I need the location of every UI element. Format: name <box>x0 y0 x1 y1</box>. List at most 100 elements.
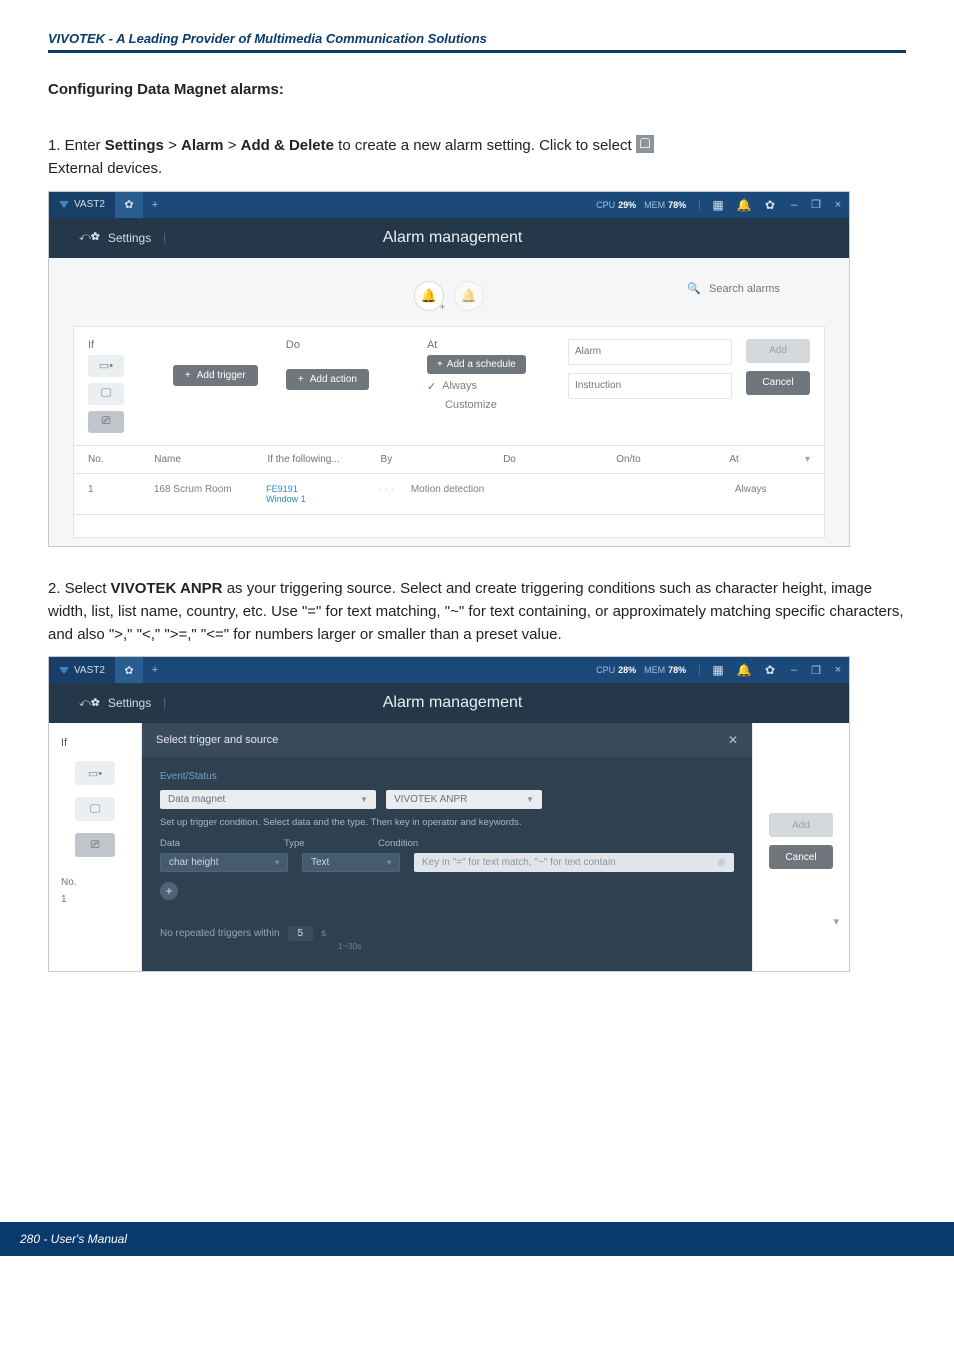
instruction-input[interactable] <box>568 373 732 399</box>
tab-add[interactable]: + <box>143 192 167 218</box>
plus-icon-2: + <box>152 664 158 676</box>
breadcrumb-bar-2: ⤺✿ Settings | Alarm management <box>49 683 849 723</box>
app-name-2: VAST2 <box>74 665 105 676</box>
gear-icon-top[interactable]: ✿ <box>757 198 783 212</box>
schedule-always[interactable]: ✓ Always <box>427 380 558 393</box>
cpu-stat: CPU29% <box>596 200 636 210</box>
hdr-no: No. <box>88 454 144 465</box>
condition-input[interactable]: Key in "=" for text match, "~" for text … <box>414 853 734 872</box>
bell-icon-2[interactable]: 🔔 <box>731 663 757 677</box>
close-button-2[interactable]: × <box>827 664 849 676</box>
logo-triangle-icon-2 <box>59 667 69 674</box>
data-select[interactable]: char height ▾ <box>160 853 288 872</box>
add-trigger-label: Add trigger <box>197 370 246 381</box>
always-label: Always <box>442 380 477 392</box>
add-condition-button[interactable]: + <box>160 882 178 900</box>
cancel-button-2[interactable]: Cancel <box>769 845 833 869</box>
cancel-button[interactable]: Cancel <box>746 371 810 395</box>
breadcrumb-bar: ⤺✿ Settings | Alarm management <box>49 218 849 258</box>
bell-icon[interactable]: 🔔 <box>731 198 757 212</box>
trigger-type-camera-2[interactable]: ▭• <box>75 761 115 785</box>
trigger-type-camera[interactable]: ▭• <box>88 355 124 377</box>
norepeat-range: 1~30s <box>338 941 734 951</box>
step-2: 2. Select VIVOTEK ANPR as your triggerin… <box>48 577 906 647</box>
search-box[interactable]: 🔍 <box>687 282 821 296</box>
add-schedule-button[interactable]: + Add a schedule <box>427 355 526 374</box>
source-select[interactable]: VIVOTEK ANPR ▼ <box>386 790 542 809</box>
tab-add-2[interactable]: + <box>143 657 167 683</box>
hdr-at: At <box>729 454 795 465</box>
th-data: Data <box>160 838 270 849</box>
page-header-rule: VIVOTEK - A Leading Provider of Multimed… <box>48 30 906 53</box>
step1-settings: Settings <box>105 137 164 154</box>
row-name: 168 Scrum Room <box>154 484 256 504</box>
hdr-do: Do <box>503 454 606 465</box>
trigger-type-monitor[interactable]: 🖵 <box>88 383 124 405</box>
cpu-stat-2: CPU28% <box>596 665 636 675</box>
row-more[interactable]: · · · <box>379 484 401 504</box>
brand-tagline: VIVOTEK - A Leading Provider of Multimed… <box>48 31 487 46</box>
trigger-type-monitor-2[interactable]: 🖵 <box>75 797 115 821</box>
search-input[interactable] <box>707 282 821 296</box>
th-type: Type <box>284 838 364 849</box>
category-select[interactable]: Data magnet ▼ <box>160 790 376 809</box>
row-win[interactable]: Window 1 <box>266 494 368 504</box>
gear-icon-top-2[interactable]: ✿ <box>757 663 783 677</box>
panel-close-icon[interactable]: ✕ <box>728 733 738 747</box>
gear-icon: ✿ <box>124 198 133 211</box>
step1-prefix: 1. Enter <box>48 137 105 154</box>
alarm-mode-row: 🔔 + 🔔 🔍 <box>73 276 825 316</box>
row-no: 1 <box>88 484 144 504</box>
grid-icon-2[interactable]: ▦ <box>705 663 731 677</box>
app-logo-tab[interactable]: VAST2 <box>49 192 115 218</box>
trigger-type-external-2[interactable]: ⎚ <box>75 833 115 857</box>
tab-settings-2[interactable]: ✿ <box>115 657 143 683</box>
plus-icon: + <box>152 199 158 211</box>
tab-settings[interactable]: ✿ <box>115 192 143 218</box>
maximize-button-2[interactable]: ❐ <box>805 664 827 677</box>
right-rail: Add Cancel ▾ <box>752 723 849 971</box>
schedule-customize[interactable]: Customize <box>427 399 558 411</box>
maximize-button[interactable]: ❐ <box>805 198 827 211</box>
trigger-editor-body: If ▭• 🖵 ⎚ No. 1 Select trigger and sourc… <box>49 723 849 971</box>
row-at: Always <box>735 484 800 504</box>
hdr-caret[interactable]: ▾ <box>805 454 810 465</box>
type-select[interactable]: Text ▾ <box>302 853 400 872</box>
minimize-button[interactable]: – <box>783 199 805 211</box>
row-cam[interactable]: FE9191 <box>266 484 368 494</box>
trigger-type-external[interactable]: ⎚ <box>88 411 124 433</box>
plus-small-icon-2: + <box>298 374 304 385</box>
add-button-2[interactable]: Add <box>769 813 833 837</box>
alarm-list-header: No. Name If the following... By Do On/to… <box>73 446 825 474</box>
grid-icon[interactable]: ▦ <box>705 198 731 212</box>
alarm-row[interactable]: 1 168 Scrum Room FE9191 Window 1 · · · M… <box>73 474 825 515</box>
alarm-name-input[interactable] <box>568 339 732 365</box>
mem-stat-2: MEM78% <box>644 665 686 675</box>
app-logo-tab-2[interactable]: VAST2 <box>49 657 115 683</box>
th-cond: Condition <box>378 838 734 849</box>
add-trigger-button[interactable]: + Add trigger <box>173 365 258 386</box>
norepeat-value[interactable]: 5 <box>288 926 314 941</box>
no-label: No. <box>61 877 77 888</box>
screenshot-alarm-management-1: VAST2 ✿ + CPU29% MEM78% | ▦ 🔔 ✿ – ❐ × <box>48 191 850 547</box>
hdr-by: By <box>381 454 494 465</box>
hdr-onto: On/to <box>616 454 719 465</box>
minimize-button-2[interactable]: – <box>783 664 805 676</box>
alarm-list-mode[interactable]: 🔔 <box>454 281 484 311</box>
row-caret[interactable]: ▾ <box>833 915 839 928</box>
plus-small-icon: + <box>185 370 191 381</box>
event-status-label: Event/Status <box>160 771 734 782</box>
help-text: Set up trigger condition. Select data an… <box>160 817 734 828</box>
col-do: Do <box>286 339 417 351</box>
clear-icon[interactable]: ⊗ <box>717 856 726 869</box>
chevron-down-icon: ▼ <box>360 795 368 804</box>
external-devices-icon <box>636 135 654 153</box>
hdr-if: If the following... <box>267 454 370 465</box>
add-action-label: Add action <box>310 374 357 385</box>
add-action-button[interactable]: + Add action <box>286 369 369 390</box>
close-button[interactable]: × <box>827 199 849 211</box>
add-schedule-label: Add a schedule <box>447 359 516 370</box>
alarm-add-mode[interactable]: 🔔 + <box>414 281 444 311</box>
add-button[interactable]: Add <box>746 339 810 363</box>
trigger-panel: Select trigger and source ✕ Event/Status… <box>142 723 752 971</box>
